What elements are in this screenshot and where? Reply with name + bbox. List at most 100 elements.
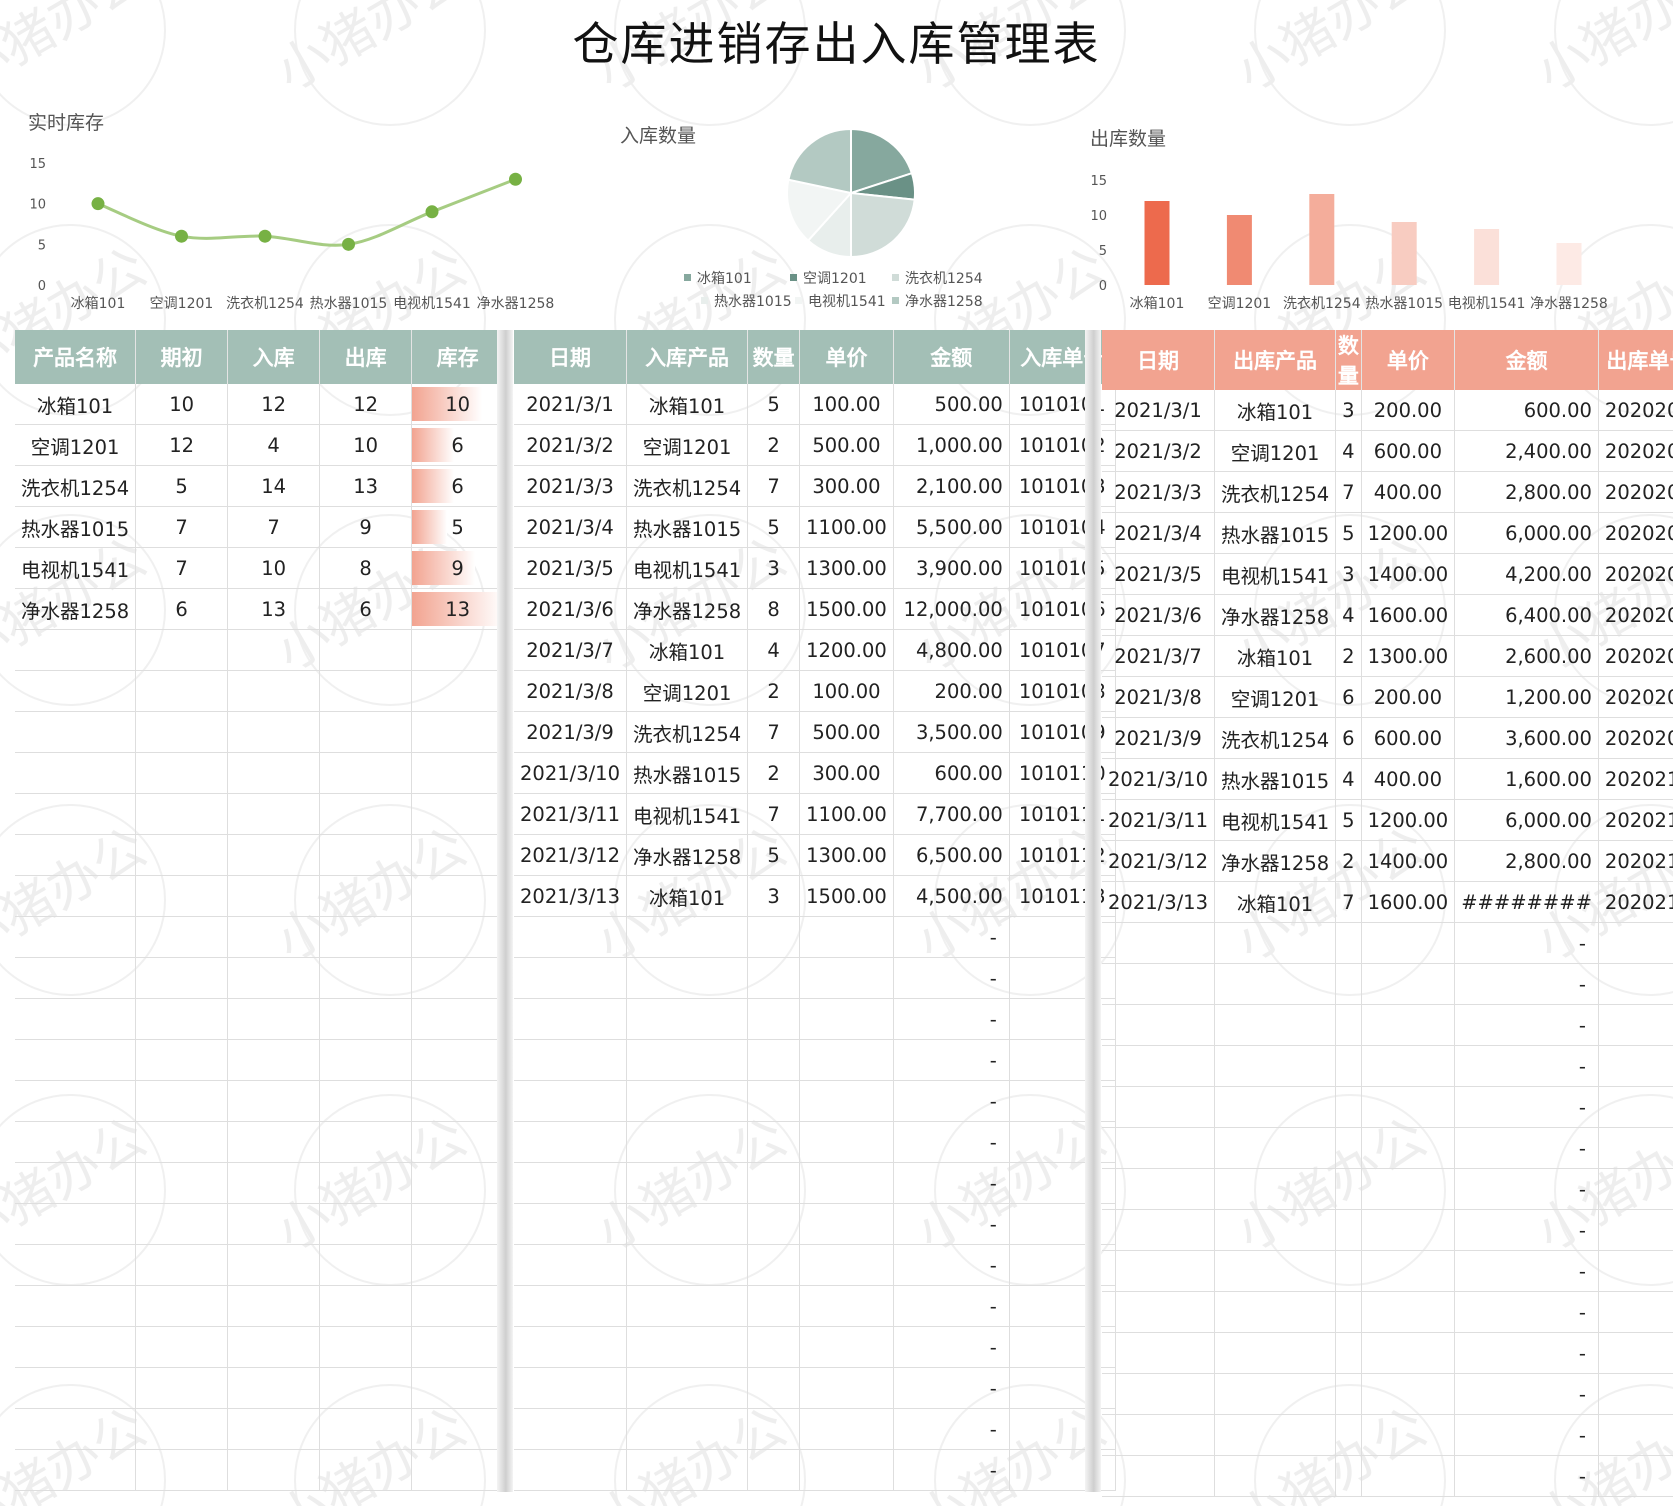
empty-cell — [514, 1367, 627, 1409]
table-cell: 13 — [411, 588, 505, 630]
empty-cell — [135, 711, 229, 753]
empty-cell — [411, 1285, 505, 1327]
column-header: 金额 — [1454, 330, 1599, 390]
empty-cell — [227, 793, 321, 835]
pie-legend-label: 净水器1258 — [905, 294, 983, 310]
table-row — [15, 998, 505, 1040]
table-cell: 洗衣机1254 — [15, 465, 137, 507]
table-cell: 10 — [135, 384, 229, 425]
table-cell: 300.00 — [799, 465, 894, 507]
empty-cell — [1598, 1045, 1673, 1087]
table-cell: 7 — [135, 506, 229, 548]
table-cell: 2020201 — [1598, 390, 1673, 431]
table-cell: 2021/3/13 — [1102, 881, 1215, 923]
table-row: 2021/3/9 洗衣机1254 7 500.00 3,500.00 1010109 — [514, 711, 1116, 753]
empty-cell — [1598, 1414, 1673, 1456]
empty-cell — [1102, 1414, 1215, 1456]
empty-cell — [411, 1080, 505, 1122]
bar — [1226, 215, 1252, 285]
inbound-body: 2021/3/1 冰箱101 5 100.00 500.00 1010101 2021/3/… — [514, 384, 1116, 1491]
empty-cell — [1102, 963, 1215, 1005]
empty-cell — [1361, 1455, 1456, 1497]
empty-cell — [319, 834, 413, 876]
empty-cell — [227, 711, 321, 753]
empty-cell — [319, 1285, 413, 1327]
table-cell: 1300.00 — [799, 834, 894, 876]
table-cell: 6,400.00 — [1454, 594, 1599, 636]
table-row: - — [1102, 1209, 1673, 1251]
table-cell: 2020212 — [1598, 840, 1673, 882]
empty-amount-cell: - — [1454, 1455, 1599, 1497]
table-cell: 电视机1541 — [1214, 799, 1337, 841]
empty-cell — [15, 875, 137, 917]
empty-cell — [135, 957, 229, 999]
table-cell: 5,500.00 — [893, 506, 1010, 548]
table-row: 2021/3/10 热水器1015 2 300.00 600.00 1010110 — [514, 752, 1116, 794]
empty-cell — [319, 1449, 413, 1491]
empty-cell — [747, 957, 801, 999]
table-cell: 2021/3/4 — [1102, 512, 1215, 554]
empty-cell — [411, 1162, 505, 1204]
empty-cell — [1361, 1086, 1456, 1128]
empty-cell — [15, 1408, 137, 1450]
table-row: - — [1102, 1045, 1673, 1087]
empty-cell — [1102, 1373, 1215, 1415]
table-cell: 4 — [1335, 594, 1362, 636]
table-cell: 2020203 — [1598, 471, 1673, 513]
empty-cell — [135, 1080, 229, 1122]
empty-cell — [15, 916, 137, 958]
table-row: - — [514, 1121, 1116, 1163]
empty-cell — [135, 998, 229, 1040]
table-cell: ######## — [1454, 881, 1599, 923]
table-cell: 5 — [747, 506, 801, 548]
table-cell: 5 — [747, 384, 801, 425]
table-cell: 1200.00 — [1361, 799, 1456, 841]
table-cell: 10 — [319, 424, 413, 466]
table-cell: 2021/3/7 — [514, 629, 627, 671]
empty-amount-cell: - — [1454, 922, 1599, 964]
empty-cell — [411, 875, 505, 917]
empty-cell — [1361, 1250, 1456, 1292]
table-cell: 6,000.00 — [1454, 512, 1599, 554]
empty-cell — [15, 629, 137, 671]
empty-amount-cell: - — [1454, 1168, 1599, 1210]
empty-cell — [227, 916, 321, 958]
empty-cell — [319, 1162, 413, 1204]
table-row: 2021/3/2 空调1201 2 500.00 1,000.00 1010102 — [514, 424, 1116, 466]
table-cell: 2021/3/6 — [514, 588, 627, 630]
bar-x-tick-label: 电视机1541 — [1448, 296, 1526, 312]
table-cell: 4,200.00 — [1454, 553, 1599, 595]
table-cell: 1500.00 — [799, 588, 894, 630]
empty-cell — [1598, 1209, 1673, 1251]
table-row: 2021/3/4热水器101551200.006,000.002020204 — [1102, 512, 1673, 554]
table-cell: 14 — [227, 465, 321, 507]
column-header: 出库 — [319, 330, 413, 384]
column-header: 入库 — [227, 330, 321, 384]
table-cell: 2021/3/12 — [1102, 840, 1215, 882]
empty-cell — [514, 1244, 627, 1286]
inbound-table: 日期 入库产品 数量 单价 金额 入库单号 2021/3/1 冰箱101 5 100.00 500.… — [514, 330, 1116, 1491]
table-cell: 热水器1015 — [15, 506, 137, 548]
empty-cell — [227, 1203, 321, 1245]
empty-cell — [411, 1449, 505, 1491]
table-cell: 2021/3/1 — [1102, 390, 1215, 431]
empty-cell — [1102, 1209, 1215, 1251]
table-cell: 7 — [747, 793, 801, 835]
empty-amount-cell: - — [1454, 963, 1599, 1005]
empty-cell — [747, 1244, 801, 1286]
empty-cell — [135, 1121, 229, 1163]
pie-legend-swatch — [684, 274, 691, 281]
table-cell: 300.00 — [799, 752, 894, 794]
table-cell: 4 — [1335, 430, 1362, 472]
empty-cell — [747, 1203, 801, 1245]
empty-cell — [227, 1162, 321, 1204]
empty-cell — [319, 1203, 413, 1245]
empty-cell — [1214, 1291, 1337, 1333]
empty-cell — [1598, 1455, 1673, 1497]
empty-cell — [799, 998, 894, 1040]
empty-cell — [135, 752, 229, 794]
empty-cell — [135, 1244, 229, 1286]
empty-cell — [411, 629, 505, 671]
stock-value: 13 — [445, 597, 471, 621]
table-row: 热水器1015 7 7 9 5 — [15, 506, 505, 548]
